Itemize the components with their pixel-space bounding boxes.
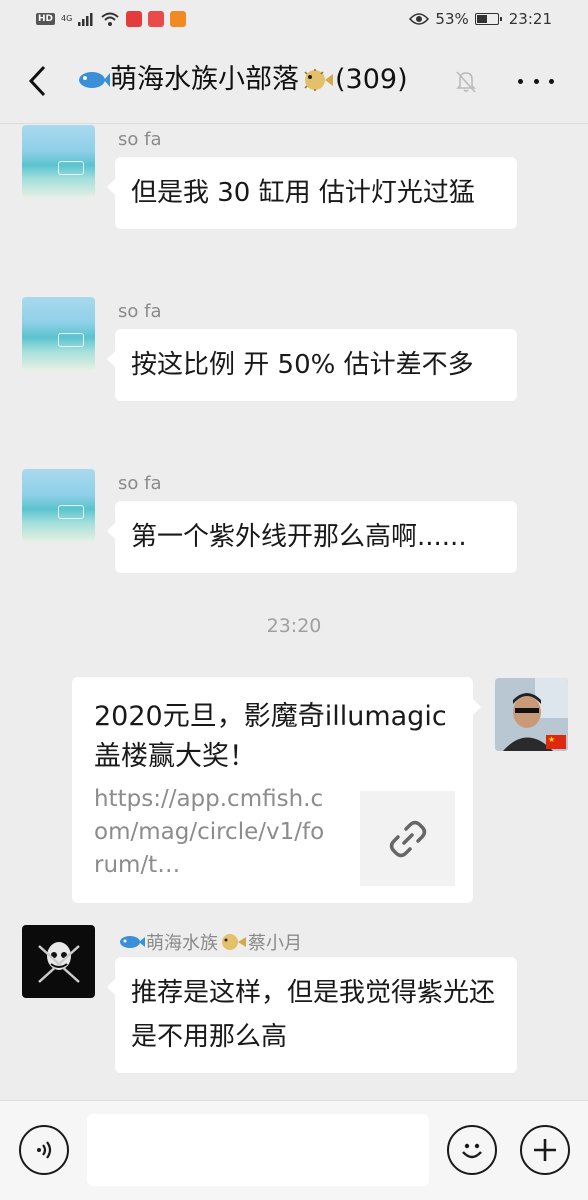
sender-group-prefix: 萌海水族	[146, 933, 218, 954]
link-url: https://app.cmfish.com/mag/circle/v1/for…	[94, 786, 325, 878]
voice-icon	[37, 1141, 52, 1159]
chat-title: 萌海水族小部落 (309)	[76, 60, 408, 100]
wifi-icon	[101, 12, 119, 26]
sender-name: so fa	[118, 301, 162, 322]
photo-app-icon	[170, 11, 187, 27]
signal-icon	[78, 13, 93, 26]
status-right: 53% 23:21	[409, 10, 552, 28]
message-bubble[interactable]: 第一个紫外线开那么高啊......	[107, 501, 517, 573]
message-bubble[interactable]: 推荐是这样，但是我觉得紫光还是不用那么高	[107, 957, 517, 1073]
chevron-left-icon	[28, 65, 46, 97]
chat-header: 萌海水族小部落 (309)	[0, 38, 588, 124]
status-bar: HD 4G 53% 23:21	[0, 0, 588, 38]
mute-bell-icon	[456, 71, 476, 93]
sender-name: so fa	[118, 129, 162, 150]
link-title: 2020元旦，影魔奇illumagic盖楼赢大奖！	[94, 701, 447, 772]
battery-icon	[474, 13, 502, 25]
link-icon	[389, 820, 426, 857]
sender-avatar[interactable]	[22, 125, 95, 198]
battery-percent: 53%	[435, 10, 469, 28]
message-list[interactable]: so fa 但是我 30 缸用 估计灯光过猛 so fa 按这比例 开 50% …	[0, 125, 588, 1100]
message-bubble[interactable]: 但是我 30 缸用 估计灯光过猛	[107, 157, 517, 229]
fish-emoji-icon	[79, 72, 110, 88]
sender-name: 萌海水族 蔡小月	[118, 929, 302, 955]
fish-emoji-icon	[120, 936, 145, 948]
sender-avatar[interactable]	[22, 297, 95, 370]
input-bar	[0, 1100, 588, 1200]
sender-avatar[interactable]	[22, 925, 95, 998]
book-app-icon	[148, 11, 165, 27]
more-dot-icon	[533, 78, 539, 84]
app-notification-icon	[126, 11, 143, 27]
hd-badge: HD	[36, 13, 56, 25]
voice-input-button[interactable]	[19, 1125, 69, 1175]
link-thumbnail	[360, 791, 455, 886]
pufferfish-emoji-icon	[222, 934, 246, 950]
sender-display-name: 蔡小月	[248, 933, 302, 954]
skull-swords-icon	[37, 941, 80, 983]
emoji-icon	[462, 1143, 482, 1159]
more-dot-icon	[518, 78, 523, 84]
plus-icon	[534, 1139, 556, 1161]
status-time: 23:21	[508, 10, 552, 28]
more-dot-icon	[549, 78, 554, 84]
battery-level	[476, 15, 488, 23]
group-name: 萌海水族小部落	[110, 64, 299, 95]
network-type: 4G	[61, 14, 73, 23]
message-bubble[interactable]: 按这比例 开 50% 估计差不多	[107, 329, 517, 401]
back-button[interactable]	[22, 63, 52, 99]
my-avatar[interactable]: ★	[495, 678, 568, 751]
link-card-message[interactable]: 2020元旦，影魔奇illumagic盖楼赢大奖！ https://app.cm…	[72, 677, 481, 903]
time-divider: 23:20	[266, 615, 322, 637]
more-actions-button[interactable]	[520, 1125, 570, 1175]
eye-icon	[409, 13, 430, 25]
message-input[interactable]	[87, 1114, 429, 1186]
emoji-button[interactable]	[447, 1125, 497, 1175]
more-options-button[interactable]	[518, 68, 554, 94]
status-left: HD 4G	[36, 11, 187, 27]
sender-avatar[interactable]	[22, 469, 95, 542]
sender-name: so fa	[118, 473, 162, 494]
member-count: (309)	[335, 64, 408, 95]
pufferfish-emoji-icon	[304, 69, 333, 91]
china-flag-icon: ★	[546, 735, 566, 749]
